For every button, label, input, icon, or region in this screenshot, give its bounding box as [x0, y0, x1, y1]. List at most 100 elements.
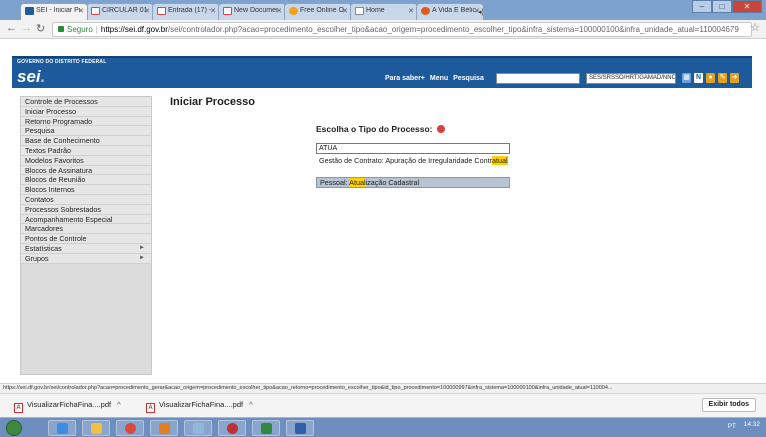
submenu-arrow-icon: ► — [139, 244, 145, 251]
sidebar-item-iniciar-processo[interactable]: Iniciar Processo — [21, 106, 151, 117]
start-button[interactable] — [6, 420, 22, 436]
tools-icon[interactable]: ✎ — [718, 73, 727, 83]
window-controls: – □ ✕ — [692, 0, 762, 14]
link-menu[interactable]: Menu — [430, 75, 448, 82]
taskbar-excel-button[interactable] — [252, 420, 280, 436]
url-host: https://sei.df.gov.br — [100, 25, 168, 34]
download-item[interactable]: A VisualizarFichaFina....pdf ^ — [14, 400, 121, 413]
tab-home[interactable]: Home ✕ — [350, 3, 418, 20]
process-type-option-pessoal-atualizacao[interactable]: Pessoal: Atualização Cadastral — [316, 177, 510, 188]
ie-icon — [57, 423, 68, 434]
status-url: https://sei.df.gov.br/sei/controlador.ph… — [0, 383, 766, 393]
forward-arrow-icon[interactable]: → — [21, 22, 32, 34]
grid-icon[interactable]: ▦ — [682, 73, 691, 83]
bookmark-star-icon[interactable]: ☆ — [750, 21, 760, 34]
gmail-favicon-icon — [91, 7, 100, 15]
tab-close-icon[interactable]: ✕ — [144, 7, 150, 15]
tab-free-online-ocr[interactable]: Free Online OCR✕ — [284, 3, 352, 20]
chevron-up-icon[interactable]: ^ — [117, 400, 121, 409]
url-separator: | — [95, 25, 98, 34]
sidebar-item-blocos-de-reuniao[interactable]: Blocos de Reunião — [21, 175, 151, 186]
sidebar-item-retorno-programado[interactable]: Retorno Programado — [21, 116, 151, 127]
link-pesquisa[interactable]: Pesquisa — [453, 75, 484, 82]
new-icon[interactable]: N — [694, 73, 703, 83]
sei-header: GOVERNO DO DISTRITO FEDERAL sei. Para sa… — [12, 56, 752, 88]
search-input[interactable] — [496, 73, 580, 84]
match-highlight: atual — [492, 156, 508, 165]
unit-select[interactable]: SES/SRSSO/HRT/GAMAD/NNO ▾ — [586, 73, 676, 84]
tab-close-icon[interactable]: ✕ — [342, 7, 348, 15]
taskbar-ie-button[interactable] — [48, 420, 76, 436]
tab-close-icon[interactable]: ✕ — [276, 7, 282, 15]
tab-entrada[interactable]: Entrada (17) - chelli✕ — [152, 3, 220, 20]
taskbar-app-button[interactable] — [218, 420, 246, 436]
excel-icon — [261, 423, 272, 434]
sidebar-item-textos-padrao[interactable]: Textos Padrão — [21, 145, 151, 156]
sidebar-item-controle-de-processos[interactable]: Controle de Processos — [21, 97, 151, 107]
app-icon — [227, 423, 238, 434]
process-type-option-gestao-contrato[interactable]: Gestão de Contrato: Apuração de Irregula… — [316, 156, 510, 165]
help-icon[interactable] — [436, 125, 445, 133]
maximize-button[interactable]: □ — [712, 0, 732, 13]
minimize-button[interactable]: – — [692, 0, 712, 13]
tab-close-icon[interactable]: ✕ — [474, 7, 480, 15]
tab-close-icon[interactable]: ✕ — [78, 7, 84, 15]
sidebar-menu: Controle de Processos Iniciar Processo R… — [20, 96, 152, 375]
download-item[interactable]: A VisualizarFichaFina....pdf ^ — [146, 400, 253, 413]
sidebar-item-pesquisa[interactable]: Pesquisa — [21, 126, 151, 137]
chrome-icon — [125, 423, 136, 434]
sidebar-item-grupos[interactable]: Grupos ► — [21, 253, 151, 264]
reload-icon[interactable]: ↻ — [36, 22, 45, 35]
taskbar-word-button[interactable] — [286, 420, 314, 436]
clock[interactable]: 14:32 — [744, 421, 760, 429]
tab-sei-iniciar-processo[interactable]: SEI - Iniciar Processo✕ — [20, 3, 88, 20]
secure-label: Seguro — [67, 25, 93, 34]
taskbar-app-button[interactable] — [184, 420, 212, 436]
sidebar-item-blocos-de-assinatura[interactable]: Blocos de Assinatura — [21, 165, 151, 176]
sidebar-item-pontos-de-controle[interactable]: Pontos de Controle — [21, 234, 151, 244]
language-indicator[interactable]: PT — [728, 423, 736, 430]
system-tray: PT — [728, 423, 736, 430]
header-icons: ▦ N ● ✎ ➜ — [682, 73, 739, 83]
exit-icon[interactable]: ➜ — [730, 73, 739, 83]
gmail-favicon-icon — [223, 7, 232, 15]
sidebar-item-base-de-conhecimento[interactable]: Base de Conhecimento — [21, 136, 151, 146]
app-icon — [193, 423, 204, 434]
sidebar-item-acompanhamento-especial[interactable]: Acompanhamento Especial — [21, 214, 151, 225]
tab-a-vida-e-belica[interactable]: A Vida É Bélica◂) ✕ — [416, 3, 484, 20]
taskbar-chrome-button[interactable] — [116, 420, 144, 436]
sidebar-item-marcadores[interactable]: Marcadores — [21, 224, 151, 235]
sei-logo[interactable]: sei. — [17, 67, 45, 87]
taskbar-explorer-button[interactable] — [82, 420, 110, 436]
user-icon[interactable]: ● — [706, 73, 715, 83]
pdf-icon: A — [14, 403, 23, 413]
youtube-favicon-icon — [421, 7, 430, 15]
link-para-saber[interactable]: Para saber+ — [385, 75, 425, 82]
chevron-up-icon[interactable]: ^ — [249, 400, 253, 409]
tab-close-icon[interactable]: ✕ — [408, 7, 414, 15]
sidebar-item-contatos[interactable]: Contatos — [21, 194, 151, 205]
tab-close-icon[interactable]: ✕ — [210, 7, 216, 15]
back-arrow-icon[interactable]: ← — [6, 22, 17, 34]
logo-accent: . — [40, 67, 46, 86]
sidebar-item-blocos-internos[interactable]: Blocos Internos — [21, 185, 151, 195]
tab-circular[interactable]: CIRCULAR 018/2017✕ — [86, 3, 154, 20]
sidebar-item-processos-sobrestados[interactable]: Processos Sobrestados — [21, 204, 151, 215]
show-all-downloads-button[interactable]: Exibir todos — [701, 398, 756, 412]
pdf-icon: A — [146, 403, 155, 413]
browser-tab-strip: SEI - Iniciar Processo✕ CIRCULAR 018/201… — [0, 0, 766, 20]
match-highlight: Atual — [349, 178, 366, 187]
tab-new-document[interactable]: New Document(1)✕ — [218, 3, 286, 20]
page-title: Iniciar Processo — [170, 96, 255, 108]
ocr-favicon-icon — [289, 7, 298, 15]
sidebar-item-modelos-favoritos[interactable]: Modelos Favoritos — [21, 155, 151, 166]
word-icon — [295, 423, 306, 434]
taskbar-media-button[interactable] — [150, 420, 178, 436]
downloads-bar: A VisualizarFichaFina....pdf ^ A Visualizar… — [0, 393, 766, 417]
close-window-button[interactable]: ✕ — [732, 0, 762, 13]
page-favicon-icon — [355, 7, 364, 15]
process-type-filter-input[interactable]: ATUA — [316, 143, 510, 154]
address-bar[interactable]: Seguro | https://sei.df.gov.br/sei/control… — [52, 22, 752, 37]
sidebar-item-estatisticas[interactable]: Estatísticas ► — [21, 243, 151, 254]
submenu-arrow-icon: ► — [139, 254, 145, 261]
